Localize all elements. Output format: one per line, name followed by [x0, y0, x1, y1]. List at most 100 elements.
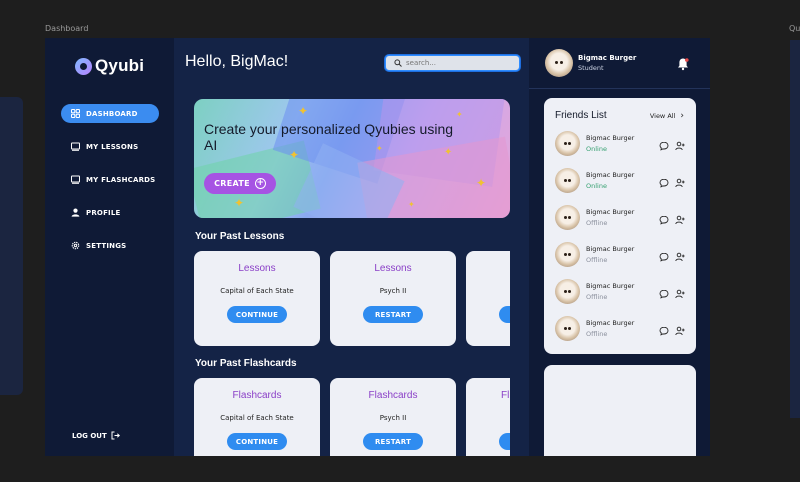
card-action-button[interactable]	[499, 433, 510, 450]
adjacent-frame-left	[0, 97, 23, 395]
card-action-button[interactable]	[499, 306, 510, 323]
create-button-label: CREATE	[214, 179, 250, 188]
flashcard-card-partial[interactable]: Fl	[466, 378, 510, 456]
sidebar-item-my-flashcards[interactable]: MY FLASHCARDS	[61, 170, 159, 189]
card-type: Flashcards	[232, 390, 282, 401]
card-subject: Psych II	[379, 287, 407, 295]
chat-icon[interactable]	[659, 247, 669, 262]
chevron-right-icon: ›	[680, 111, 684, 121]
friend-row[interactable]: Bigmac Burger Offline	[555, 278, 687, 308]
empty-card	[544, 365, 696, 456]
flashcards-row: Flashcards Capital of Each State CONTINU…	[194, 378, 510, 456]
friend-row[interactable]: Bigmac Burger Online	[555, 167, 687, 197]
card-type: Lessons	[374, 263, 412, 274]
add-friend-icon[interactable]	[675, 321, 685, 336]
plus-circle-icon: +	[254, 178, 266, 189]
friend-status: Offline	[586, 293, 608, 301]
brand-name: Qyubi	[95, 56, 145, 75]
add-friend-icon[interactable]	[675, 173, 685, 188]
sidebar-item-label: MY FLASHCARDS	[86, 175, 156, 184]
view-all-link[interactable]: View All ›	[650, 111, 684, 121]
chat-icon[interactable]	[659, 321, 669, 336]
bell-icon[interactable]	[676, 56, 690, 71]
lessons-row: Lessons Capital of Each State CONTINUE L…	[194, 251, 510, 346]
search-input[interactable]	[406, 59, 506, 67]
avatar	[555, 279, 580, 304]
sidebar-item-settings[interactable]: SETTINGS	[61, 236, 159, 255]
flashcards-icon	[71, 175, 80, 184]
lesson-card[interactable]: Lessons Capital of Each State CONTINUE	[194, 251, 320, 346]
sidebar-item-label: MY LESSONS	[86, 142, 139, 151]
lessons-icon	[71, 142, 80, 151]
search-bar[interactable]	[385, 55, 520, 71]
profile-icon	[71, 208, 80, 217]
user-profile[interactable]: Bigmac Burger Student	[545, 49, 636, 77]
card-subject: Capital of Each State	[220, 414, 294, 422]
friends-list-card: Friends List View All › Bigmac Burger Onl…	[544, 98, 696, 354]
banner-title: Create your personalized Qyubies using A…	[204, 121, 454, 153]
flashcard-card[interactable]: Flashcards Capital of Each State CONTINU…	[194, 378, 320, 456]
user-name: Bigmac Burger	[578, 54, 637, 62]
logout-button[interactable]: LOG OUT	[72, 431, 120, 440]
sidebar: Qyubi DASHBOARD MY LESSONS MY FLASHCARDS	[45, 38, 174, 456]
sparkle-icon: ✦	[408, 200, 415, 209]
logout-label: LOG OUT	[72, 431, 107, 440]
continue-button[interactable]: CONTINUE	[227, 306, 287, 323]
friend-row[interactable]: Bigmac Burger Offline	[555, 315, 687, 345]
divider	[529, 88, 710, 89]
brand-logo[interactable]: Qyubi	[75, 56, 144, 76]
qyubi-logo-icon	[75, 57, 92, 75]
lessons-section-title: Your Past Lessons	[195, 231, 285, 242]
add-friend-icon[interactable]	[675, 247, 685, 262]
lesson-card-partial[interactable]	[466, 251, 510, 346]
add-friend-icon[interactable]	[675, 210, 685, 225]
friend-status: Online	[586, 182, 607, 190]
friend-name: Bigmac Burger	[586, 134, 635, 142]
chat-icon[interactable]	[659, 173, 669, 188]
chat-icon[interactable]	[659, 210, 669, 225]
avatar	[555, 131, 580, 156]
friend-status: Online	[586, 145, 607, 153]
friend-name: Bigmac Burger	[586, 208, 635, 216]
sparkle-icon: ✦	[476, 176, 487, 190]
card-type: Lessons	[238, 263, 276, 274]
avatar	[555, 168, 580, 193]
user-role: Student	[578, 64, 604, 72]
adjacent-frame-right	[790, 40, 800, 418]
sidebar-item-profile[interactable]: PROFILE	[61, 203, 159, 222]
logout-icon	[111, 431, 120, 440]
sidebar-item-my-lessons[interactable]: MY LESSONS	[61, 137, 159, 156]
restart-button[interactable]: RESTART	[363, 306, 423, 323]
friend-status: Offline	[586, 330, 608, 338]
right-panel: Bigmac Burger Student Friends List View …	[529, 38, 710, 456]
friend-status: Offline	[586, 219, 608, 227]
dashboard-frame: Qyubi DASHBOARD MY LESSONS MY FLASHCARDS	[45, 38, 710, 456]
friend-row[interactable]: Bigmac Burger Online	[555, 130, 687, 160]
dashboard-icon	[71, 109, 80, 118]
sidebar-item-label: PROFILE	[86, 208, 121, 217]
chat-icon[interactable]	[659, 136, 669, 151]
greeting: Hello, BigMac!	[185, 53, 289, 70]
create-button[interactable]: CREATE +	[204, 173, 276, 194]
flashcard-card[interactable]: Flashcards Psych II RESTART	[330, 378, 456, 456]
restart-button[interactable]: RESTART	[363, 433, 423, 450]
lesson-card[interactable]: Lessons Psych II RESTART	[330, 251, 456, 346]
friend-name: Bigmac Burger	[586, 171, 635, 179]
add-friend-icon[interactable]	[675, 284, 685, 299]
sparkle-icon: ✦	[456, 110, 463, 119]
continue-button[interactable]: CONTINUE	[227, 433, 287, 450]
card-type: Fl	[501, 390, 510, 401]
avatar	[555, 242, 580, 267]
friend-row[interactable]: Bigmac Burger Offline	[555, 241, 687, 271]
card-subject: Psych II	[379, 414, 407, 422]
create-banner: ✦ ✦ ✦ ✦ ✦ ✦ ✦ ✦ Create your personalized…	[194, 99, 510, 218]
card-type: Flashcards	[368, 390, 418, 401]
avatar	[555, 205, 580, 230]
sidebar-item-dashboard[interactable]: DASHBOARD	[61, 104, 159, 123]
frame-label: Dashboard	[45, 24, 89, 33]
add-friend-icon[interactable]	[675, 136, 685, 151]
friend-row[interactable]: Bigmac Burger Offline	[555, 204, 687, 234]
sidebar-item-label: DASHBOARD	[86, 109, 138, 118]
sparkle-icon: ✦	[234, 196, 245, 210]
chat-icon[interactable]	[659, 284, 669, 299]
